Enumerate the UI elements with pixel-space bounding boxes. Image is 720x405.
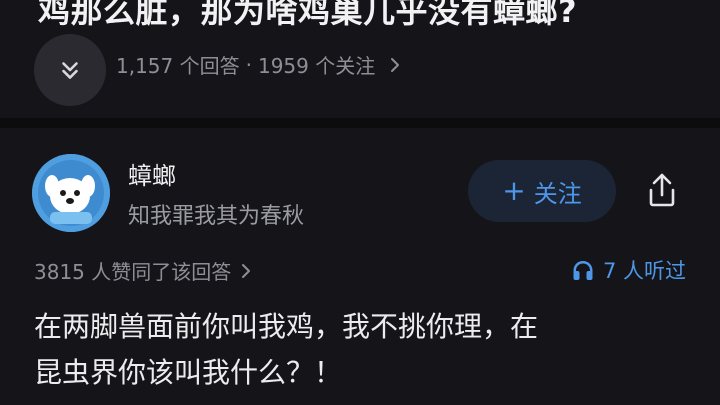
- author-bio: 知我罪我其为春秋: [128, 204, 305, 229]
- headphones-icon: [573, 261, 593, 280]
- expand-question-button[interactable]: [34, 34, 106, 106]
- share-button[interactable]: [638, 166, 686, 214]
- listener-count: 7 人听过: [602, 259, 686, 283]
- answer-count: 1,157 个回答: [116, 54, 240, 78]
- question-title[interactable]: 鸡那么脏，那为啥鸡巢几乎没有蟑螂?: [38, 0, 577, 32]
- answer-line: 在两脚兽面前你叫我鸡，我不挑你理，在: [34, 310, 539, 343]
- plus-icon: +: [502, 174, 526, 207]
- avatar[interactable]: [32, 154, 110, 232]
- section-divider: [0, 118, 720, 128]
- share-icon: [649, 173, 675, 207]
- question-stats[interactable]: 1,157 个回答 · 1959 个关注: [116, 50, 401, 79]
- follow-label: 关注: [533, 179, 582, 208]
- answer-meta-row: 3815 人赞同了该回答 7 人听过: [0, 248, 720, 292]
- chevron-double-down-icon: [62, 62, 78, 79]
- author-row: 蟑螂 知我罪我其为春秋 + 关注: [0, 128, 720, 248]
- upvote-info[interactable]: 3815 人赞同了该回答: [34, 256, 251, 285]
- stats-separator: ·: [245, 52, 252, 77]
- answer-line: 昆虫界你该叫我什么？！: [34, 356, 343, 389]
- chevron-right-icon: [391, 57, 400, 72]
- question-header: 鸡那么脏，那为啥鸡巢几乎没有蟑螂? 1,157 个回答 · 1959 个关注: [0, 0, 720, 118]
- answer-content[interactable]: 在两脚兽面前你叫我鸡，我不挑你理，在 昆虫界你该叫我什么？！: [34, 304, 686, 396]
- avatar-dog-icon: [32, 154, 110, 232]
- answer-screen: 鸡那么脏，那为啥鸡巢几乎没有蟑螂? 1,157 个回答 · 1959 个关注 蟑…: [0, 0, 720, 405]
- follower-count: 1959 个关注: [257, 54, 376, 78]
- listen-button[interactable]: 7 人听过: [571, 255, 686, 285]
- upvote-count: 3815 人赞同了该回答: [34, 260, 232, 284]
- author-name[interactable]: 蟑螂: [128, 156, 176, 191]
- chevron-right-icon: [242, 263, 251, 278]
- follow-button[interactable]: + 关注: [468, 160, 616, 222]
